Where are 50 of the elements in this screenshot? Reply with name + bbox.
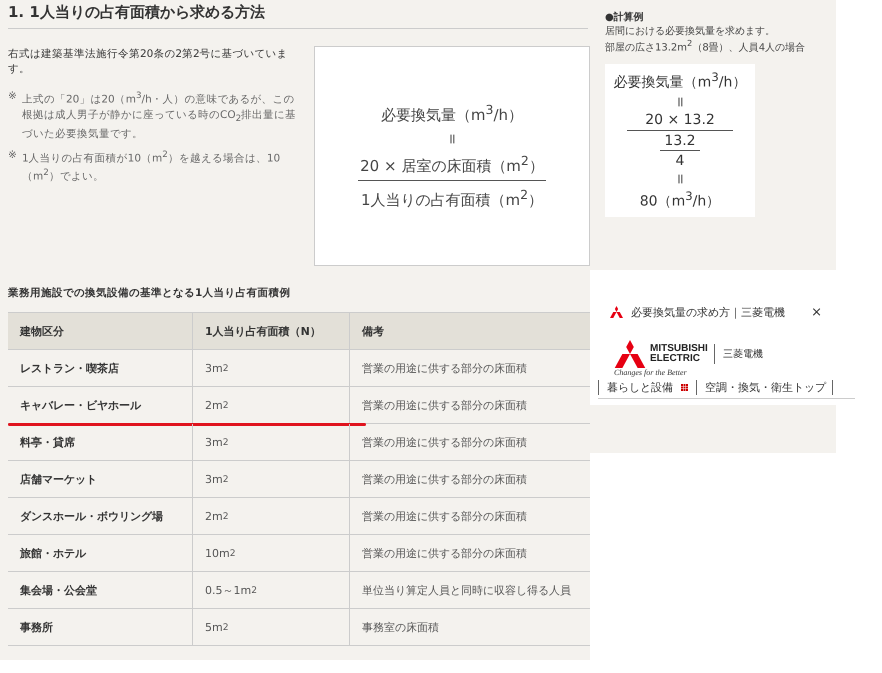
formula-denominator: 4 (676, 152, 684, 169)
logo-wordmark: ELECTRIC (650, 354, 701, 364)
table-cell-text: 営業の用途に供する部分の床面積 (361, 434, 528, 450)
table-cell-text: 単位当り算定人員と同時に収容し得る人員 (361, 582, 572, 598)
table-cell: 事務所 (8, 609, 193, 645)
formula-denominator: 1人当りの占有面積（m$^{2}$） (360, 187, 544, 210)
note-text: 1人当りの占有面積が10（m$^{2}$）を越える場合は、10（m$^{2}$）でよい。 (22, 148, 282, 185)
table-cell-text: 営業の用途に供する部分の床面積 (361, 472, 528, 488)
table-cell-text: 営業の用途に供する部分の床面積 (361, 360, 528, 376)
column-header: 1人当り占有面積（N） (193, 313, 350, 349)
section-title: 1. 1人当りの占有面積から求める方法 (8, 0, 588, 29)
grid-icon (681, 384, 688, 391)
tab-title: 必要換気量の求め方｜三菱電機 (631, 304, 786, 320)
equals-sign: = (444, 133, 460, 145)
table-cell: レストラン・喫茶店 (8, 350, 193, 386)
table-caption: 業務用施設での換気設備の基準となる1人当り占有面積例 (8, 286, 292, 300)
logo-tagline: Changes for the Better (614, 368, 688, 377)
table-cell: 旅館・ホテル (8, 535, 193, 571)
formula-text: 必要換気量（m$^{3}$/h） (380, 102, 524, 125)
table-cell-text: 事務室の床面積 (361, 620, 440, 636)
company-name: 三菱電機 (722, 348, 763, 361)
formula-numerator: 20 × 居室の床面積（m$^{2}$） (358, 153, 546, 181)
nav-link[interactable]: 空調・換気・衛生トップ (696, 380, 833, 395)
formula-numerator: 20 × 13.2 (627, 112, 733, 131)
note-mark: ※ (8, 148, 18, 163)
table-cell: 集会場・公会堂 (8, 572, 193, 608)
close-button[interactable]: × (807, 304, 826, 320)
table-cell-text: 営業の用途に供する部分の床面積 (361, 508, 528, 524)
table-cell-text: 営業の用途に供する部分の床面積 (361, 398, 528, 414)
example-text: 居間における必要換気量を求めます。 (605, 24, 776, 38)
equals-sign: = (672, 96, 688, 108)
formula-result: 80（m$^{3}$/h） (640, 188, 720, 211)
equals-sign: = (672, 173, 688, 185)
logo-wordmark: MITSUBISHI (650, 344, 708, 354)
table-cell-text: 営業の用途に供する部分の床面積 (361, 546, 528, 562)
note-mark: ※ (8, 89, 18, 104)
example-text: 部屋の広さ13.2m$^{2}$（8畳）、人員4人の場合 (605, 38, 806, 54)
diamond-logo-icon (610, 306, 623, 318)
table-cell: 店舗マーケット (8, 461, 193, 497)
nav-link[interactable]: 暮らしと設備 (598, 380, 673, 395)
diamond-logo-icon (614, 340, 646, 368)
column-header: 建物区分 (8, 313, 193, 349)
formula-numerator: 13.2 (660, 132, 700, 151)
table-cell: 料亭・貸席 (8, 424, 193, 460)
table-cell: ダンスホール・ボウリング場 (8, 498, 193, 534)
note-text: 上式の「20」は20（m$^{3}$/h・人）の意味であるが、この根拠は成人男子が静かに座っている時のCO$_{2}$排出量に基づいた必要換気量です。 (22, 90, 298, 142)
example-heading: ●計算例 (605, 10, 645, 24)
intro-text: 右式は建築基準法施行令第20条の2第2号に基づいています。 (8, 47, 289, 77)
formula-text: 必要換気量（m$^{3}$/h） (614, 70, 746, 92)
column-header: 備考 (360, 324, 385, 340)
